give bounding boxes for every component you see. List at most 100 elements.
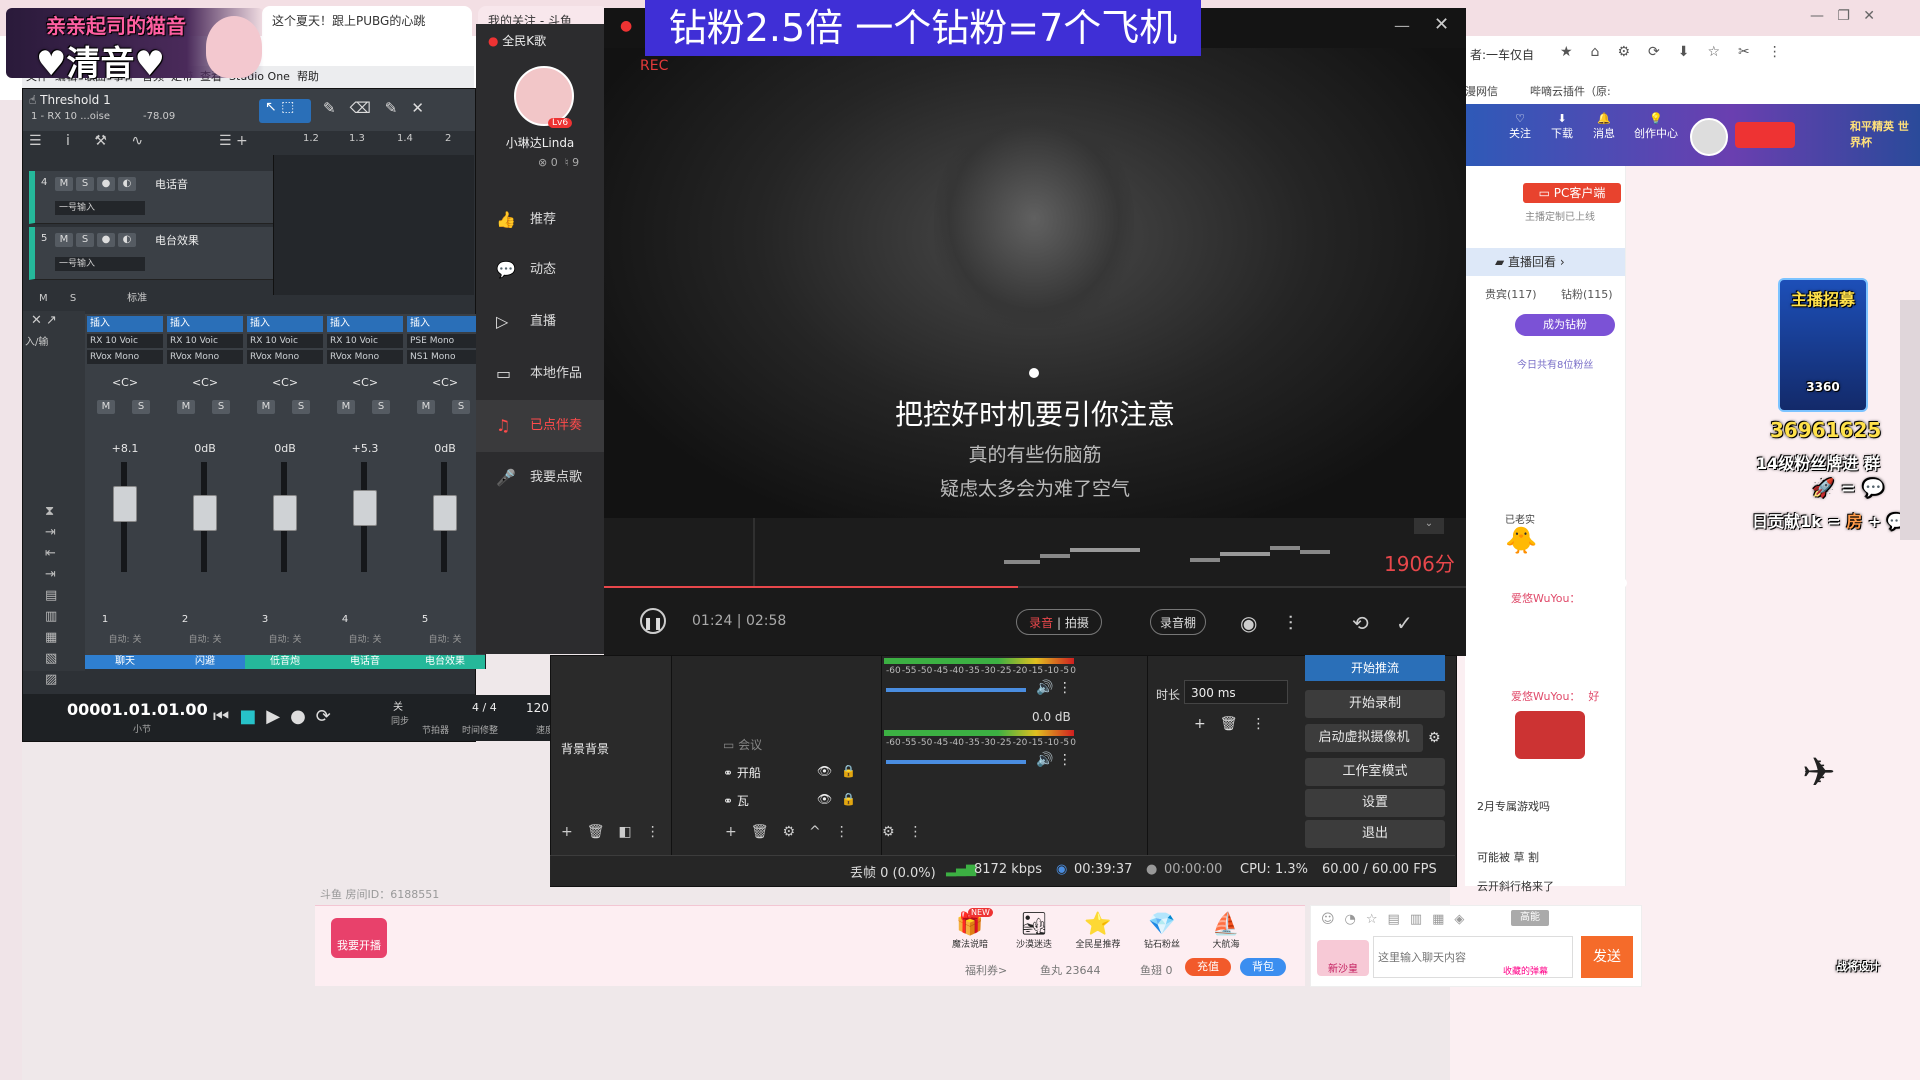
plugin-slot[interactable]: RX 10 Voic [247, 334, 323, 348]
pan-value[interactable]: <C> [405, 376, 485, 389]
time-signature[interactable]: 4 / 4 [472, 701, 497, 714]
duration-input[interactable]: 300 ms [1184, 680, 1288, 704]
nav-live[interactable]: ▷ 直播 [476, 296, 604, 348]
plugin-slot[interactable]: RX 10 Voic [87, 334, 163, 348]
mixer-mode[interactable]: 标准 [127, 293, 147, 304]
header-follow[interactable]: ♡ 关注 [1500, 112, 1540, 141]
chat-user[interactable]: 爱悠WuYou： [1511, 590, 1580, 606]
obs-virtual-camera[interactable]: 启动虚拟摄像机 [1305, 724, 1423, 752]
tab-vip[interactable]: 贵宾(117) [1485, 286, 1537, 302]
insert-slot-header[interactable]: 插入 [247, 316, 323, 332]
source-item[interactable]: ⚭ 瓦 👁 🔒 [723, 792, 871, 809]
replay-bar[interactable]: ▰ 直播回看 › [1465, 248, 1625, 276]
fader-knob[interactable] [113, 486, 137, 522]
strip-buttons[interactable]: MS [337, 398, 393, 414]
chat-user[interactable]: 爱悠WuYou： 好 [1511, 688, 1599, 704]
ktv-user-name[interactable]: 小琳达Linda [476, 134, 604, 151]
insert-slot-header[interactable]: 插入 [327, 316, 403, 332]
nav-queued[interactable]: ♫ 已点伴奏 [476, 400, 604, 452]
mixer-side-icons[interactable]: ⧗ ⇥ ⇤ ⇥ ▤ ▥ ▦ ▧ ▨ [45, 501, 57, 690]
nav-request-song[interactable]: 🎤 我要点歌 [476, 452, 604, 504]
window-controls[interactable]: — ❐ ✕ [1810, 8, 1910, 28]
metronome-label[interactable]: 节拍器 [422, 723, 449, 736]
pan-value[interactable]: <C> [165, 376, 245, 389]
obs-start-stream[interactable]: 开始推流 [1305, 655, 1445, 681]
nav-moments[interactable]: 💬 动态 [476, 244, 604, 296]
eye-icon[interactable]: 👁 [817, 792, 832, 806]
eye-icon[interactable]: 👁 [817, 764, 832, 778]
track-row[interactable]: 4 M S ● ◐ 电话音 一号输入 [29, 171, 275, 224]
become-fan-button[interactable]: 成为钻粉 [1515, 314, 1615, 336]
fader-knob[interactable] [433, 495, 457, 531]
pan-value[interactable]: <C> [245, 376, 325, 389]
noble-badge[interactable]: 新沙皇 [1317, 940, 1369, 976]
backpack-button[interactable]: 背包 [1240, 958, 1286, 976]
obs-settings[interactable]: 设置 [1305, 789, 1445, 817]
plugin-db[interactable]: -78.09 [143, 111, 175, 122]
menu-item[interactable]: 帮助 [297, 70, 319, 83]
plugin-slot[interactable]: RVox Mono [87, 350, 163, 364]
speaker-icon[interactable]: 🔊 ⋮ [1036, 680, 1072, 696]
fav-barrage[interactable]: 收藏的弹幕 [1503, 964, 1548, 977]
gift-item[interactable]: 🎁 魔法说暗 NEW [940, 908, 1000, 950]
header-promo[interactable]: 和平精英 世界杯 [1850, 118, 1915, 150]
camera-icon[interactable]: ◉ [1240, 611, 1257, 635]
mixer-toolbar[interactable]: ⚙⋮ [882, 824, 937, 840]
plugin-slot[interactable]: RVox Mono [247, 350, 323, 364]
automation-mode[interactable]: 自动: 关 [245, 632, 325, 645]
obs-exit[interactable]: 退出 [1305, 820, 1445, 848]
track-input[interactable]: 一号输入 [55, 201, 145, 215]
nav-recommend[interactable]: 👍 推荐 [476, 194, 604, 246]
fader-knob[interactable] [353, 490, 377, 526]
bookmark-item[interactable]: 哔嘀云插件（原: [1530, 83, 1611, 99]
finish-check-icon[interactable]: ✓ [1396, 611, 1413, 635]
gift-item[interactable]: 💎 钻石粉丝 [1132, 912, 1192, 950]
volume-slider[interactable] [886, 760, 1026, 764]
fader-knob[interactable] [273, 495, 297, 531]
plugin-title[interactable]: ☝ Threshold 1 [29, 93, 189, 107]
edit-tools[interactable]: ✎⌫✎✕ [323, 99, 438, 117]
insert-slot-header[interactable]: 插入 [87, 316, 163, 332]
close-icon[interactable]: ✕ ↗ [31, 313, 57, 328]
track-row[interactable]: 5 M S ● ◐ 电台效果 一号输入 [29, 227, 275, 280]
plugin-slot[interactable]: RX 10 Voic [167, 334, 243, 348]
gift-item[interactable]: ⛵ 大航海 [1196, 912, 1256, 950]
lock-icon[interactable]: 🔒 [841, 764, 856, 778]
automation-mode[interactable]: 自动: 关 [405, 632, 485, 645]
automation-mode[interactable]: 自动: 关 [325, 632, 405, 645]
scene-item[interactable]: 背景背景 [561, 740, 609, 757]
record-mode-toggle[interactable]: 录音 | 拍摄 [1016, 609, 1102, 635]
source-item[interactable]: ▭ 会议 [723, 736, 871, 753]
track-buttons[interactable]: M S ● ◐ [55, 231, 139, 247]
transition-toolbar[interactable]: +🗑⋮ [1194, 716, 1280, 732]
avatar[interactable] [1690, 118, 1728, 156]
track-add[interactable]: ☰ + [219, 133, 259, 149]
mute-all[interactable]: M [39, 293, 48, 304]
automation-mode[interactable]: 自动: 关 [165, 632, 245, 645]
lock-icon[interactable]: 🔒 [841, 792, 856, 806]
live-button[interactable] [1735, 122, 1795, 148]
nav-local-works[interactable]: ▭ 本地作品 [476, 348, 604, 400]
strip-buttons[interactable]: MS [417, 398, 473, 414]
header-download[interactable]: ⬇ 下载 [1542, 112, 1582, 141]
close-icon[interactable]: ✕ [1434, 14, 1449, 35]
source-item[interactable]: ⚭ 开船 👁 🔒 [723, 764, 871, 781]
track-buttons[interactable]: M S ● ◐ [55, 175, 139, 191]
recharge-button[interactable]: 充值 [1185, 958, 1231, 976]
toolbar-icons[interactable]: ★⌂⚙⟳⬇☆✂⋮ [1560, 44, 1800, 60]
tab-diamond[interactable]: 钻粉(115) [1561, 286, 1613, 302]
plugin-slot[interactable]: RVox Mono [167, 350, 243, 364]
sync-toggle[interactable]: 关 [393, 698, 403, 713]
ktv-avatar[interactable] [514, 66, 574, 126]
start-live-button[interactable]: 我要开播 [331, 918, 387, 958]
plugin-slot[interactable]: RX 10 Voic [327, 334, 403, 348]
time-display[interactable]: 00001.01.01.00 [67, 700, 208, 719]
automation-mode[interactable]: 自动: 关 [85, 632, 165, 645]
pan-value[interactable]: <C> [85, 376, 165, 389]
header-creator[interactable]: 💡 创作中心 [1626, 112, 1686, 141]
minimize-icon[interactable]: — [1394, 16, 1410, 35]
solo-all[interactable]: S [70, 293, 76, 304]
studio-button[interactable]: 录音棚 [1150, 609, 1206, 635]
io-label[interactable]: 入/输 [25, 333, 48, 348]
obs-start-record[interactable]: 开始录制 [1305, 690, 1445, 718]
